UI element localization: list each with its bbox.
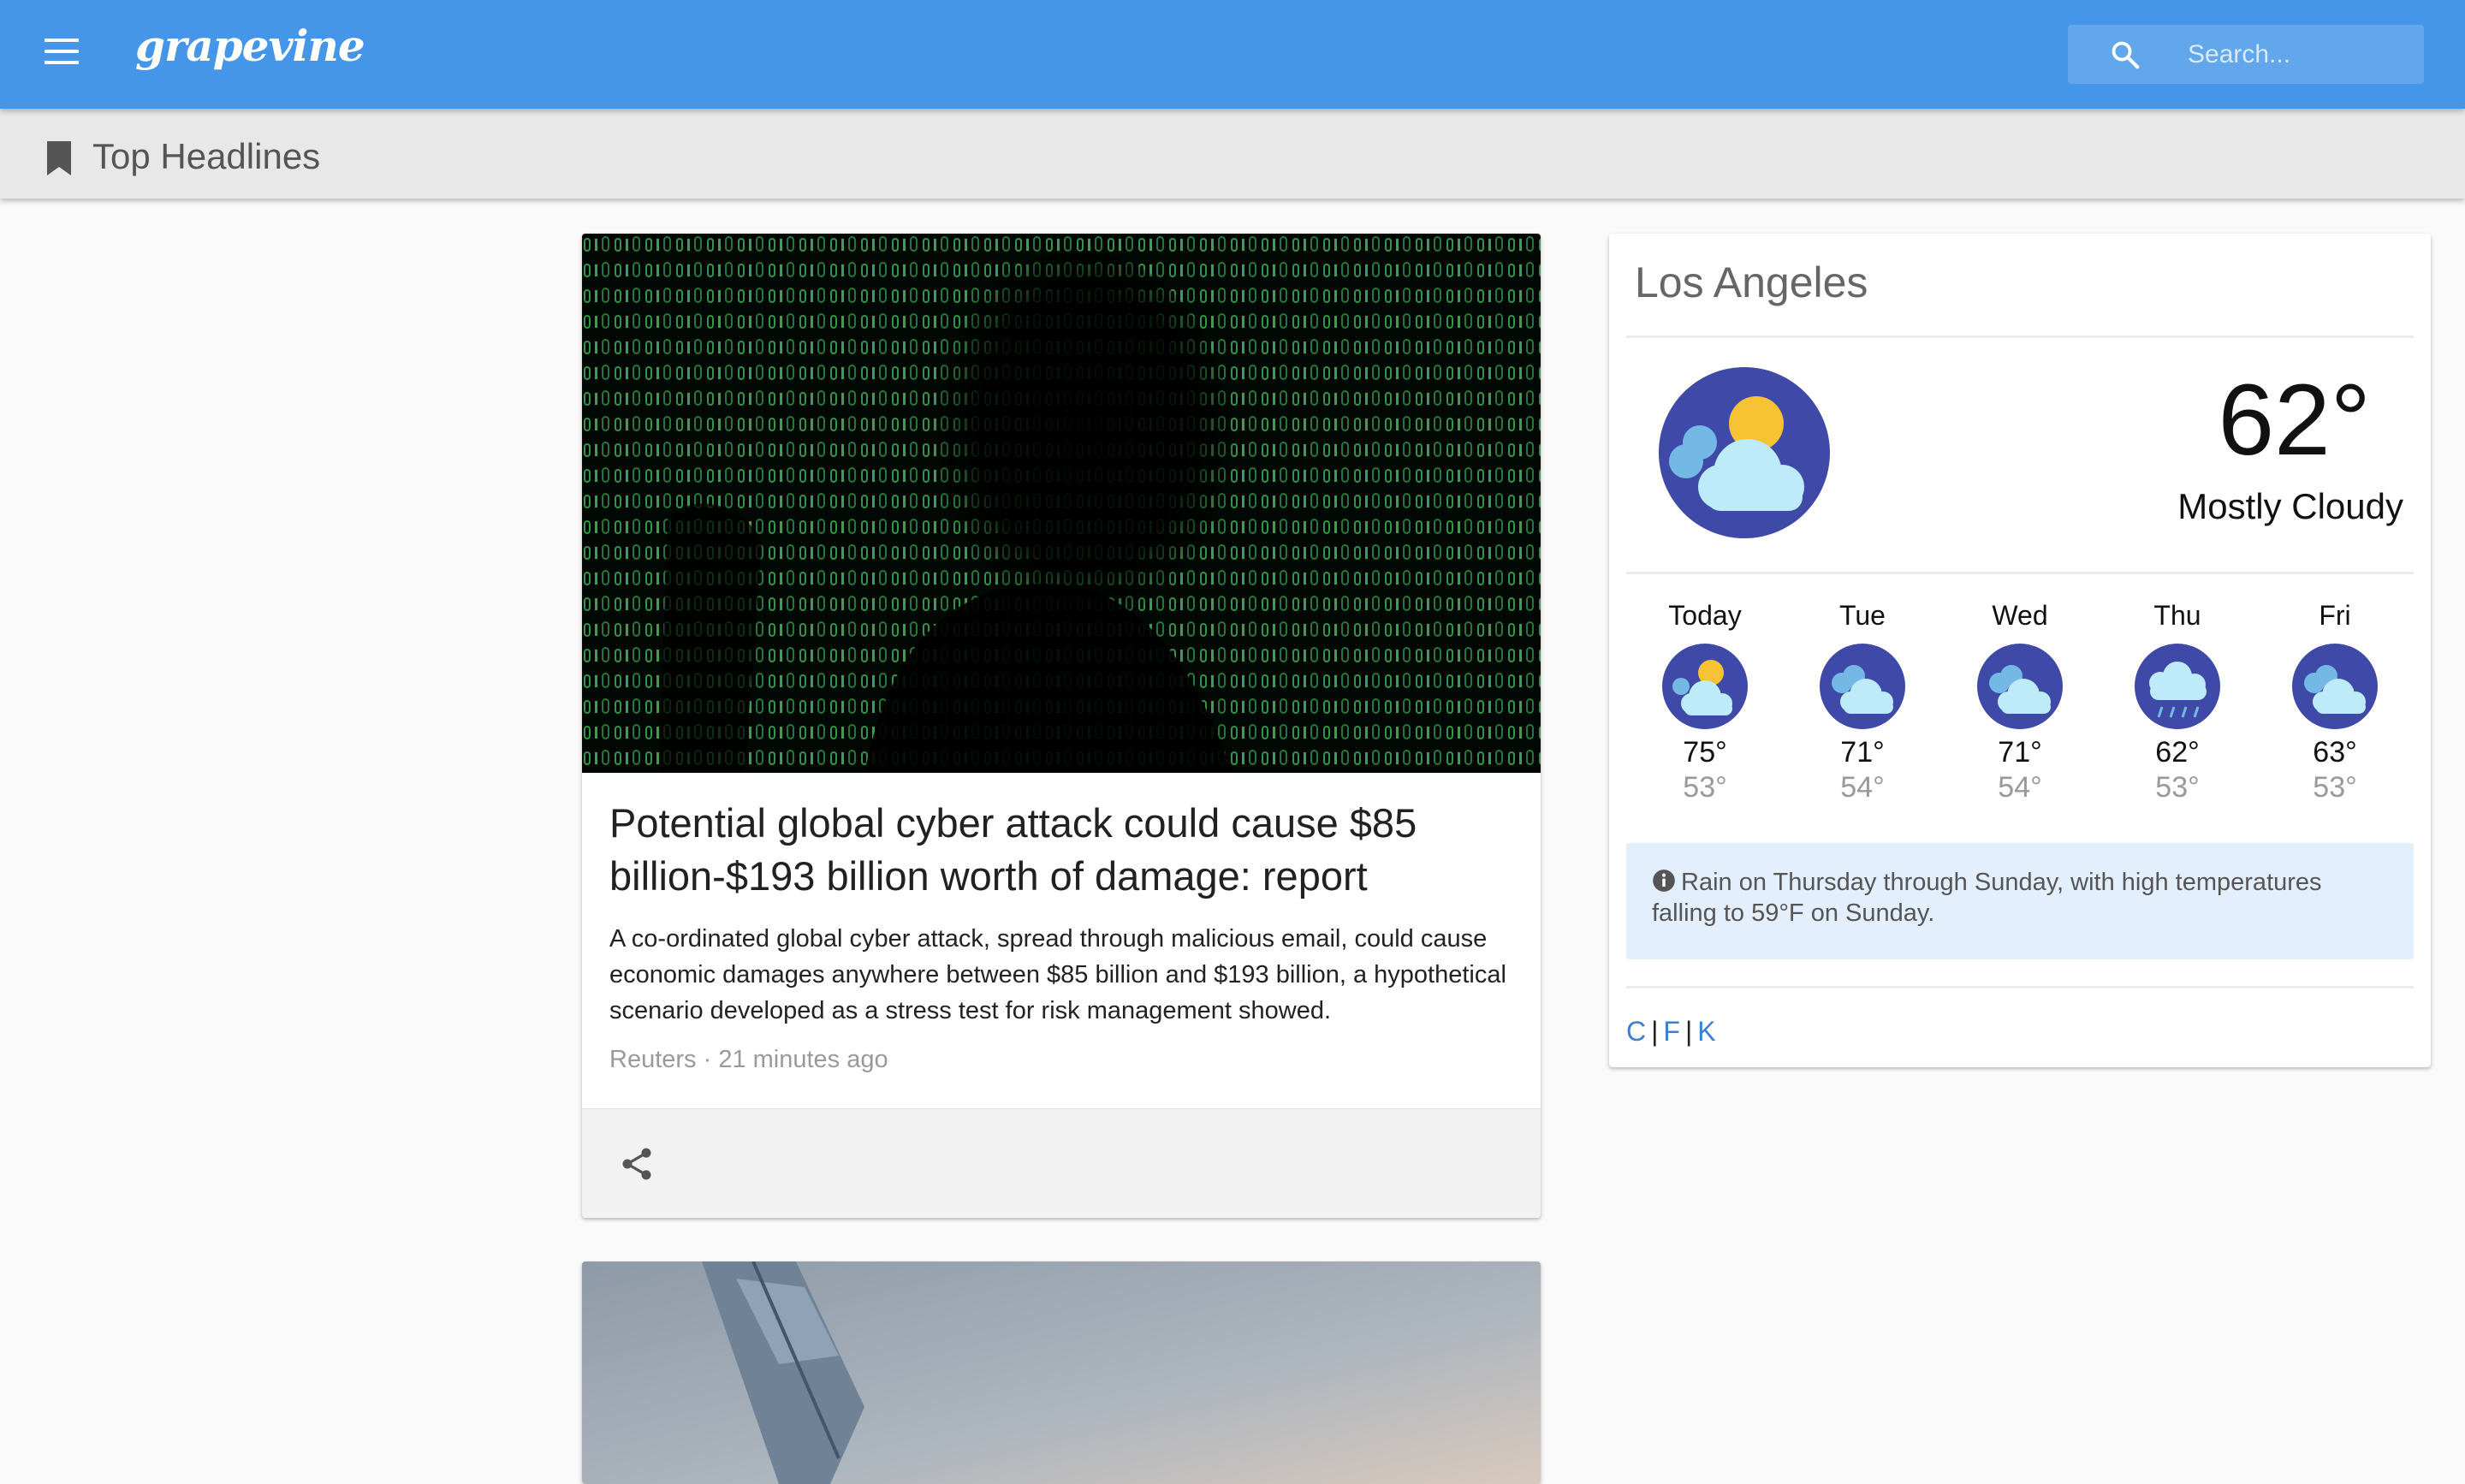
menu-icon[interactable]: [41, 39, 82, 69]
forecast-day: Tue 71° 54°: [1784, 593, 1941, 804]
unit-fahrenheit-link[interactable]: F: [1663, 1016, 1680, 1047]
divider: [1626, 986, 2414, 988]
info-icon: [1653, 870, 1675, 892]
current-condition: Mostly Cloudy: [2177, 486, 2403, 526]
forecast-high: 75°: [1683, 736, 1727, 769]
rain-icon: [2135, 644, 2220, 729]
search-box[interactable]: [2068, 25, 2424, 84]
article-source: Reuters · 21 minutes ago: [609, 1046, 888, 1073]
forecast-day-name: Thu: [2153, 600, 2201, 631]
partly-cloudy-icon: [1662, 644, 1748, 729]
unit-separator: |: [1684, 1016, 1693, 1047]
weather-city: Los Angeles: [1635, 258, 1868, 306]
forecast-low: 53°: [2155, 771, 2200, 804]
forecast-low: 53°: [2313, 771, 2357, 804]
forecast-day: Fri 63° 53°: [2256, 593, 2414, 804]
unit-kelvin-link[interactable]: K: [1697, 1016, 1715, 1047]
article-image[interactable]: [582, 234, 1541, 773]
article-summary: A co-ordinated global cyber attack, spre…: [609, 925, 1506, 1024]
forecast-low: 54°: [1998, 771, 2042, 804]
unit-celsius-link[interactable]: C: [1626, 1016, 1646, 1047]
divider: [1626, 335, 2414, 338]
share-icon[interactable]: [618, 1145, 656, 1183]
unit-selector: C | F | K: [1626, 1016, 1716, 1048]
forecast-day: Today 75° 53°: [1626, 593, 1784, 804]
forecast-day: Thu 62° 53°: [2099, 593, 2256, 804]
cloudy-icon: [1977, 644, 2063, 729]
forecast-high: 71°: [1998, 736, 2042, 769]
current-temperature: 62°: [2218, 364, 2371, 477]
section-bar: Top Headlines: [0, 109, 2465, 199]
unit-separator: |: [1651, 1016, 1659, 1047]
forecast-low: 53°: [1683, 771, 1727, 804]
partly-cloudy-icon: [1659, 367, 1830, 538]
forecast-day-name: Fri: [2319, 600, 2351, 631]
article-headline[interactable]: Potential global cyber attack could caus…: [609, 797, 1517, 903]
search-input[interactable]: [2188, 25, 2410, 84]
article-image[interactable]: [582, 1261, 1541, 1484]
app-bar: grapevine: [0, 0, 2465, 109]
forecast-high: 63°: [2313, 736, 2357, 769]
divider: [1626, 572, 2414, 574]
cloudy-icon: [1820, 644, 1905, 729]
page-title: Top Headlines: [92, 136, 321, 176]
weather-card: Los Angeles 62° Mostly Cloudy Today 75°: [1609, 234, 2431, 1067]
app-logo[interactable]: grapevine: [135, 21, 365, 71]
forecast-day-name: Today: [1668, 600, 1742, 631]
forecast-day-name: Tue: [1839, 600, 1886, 631]
forecast-high: 62°: [2155, 736, 2200, 769]
article-card[interactable]: [582, 1261, 1541, 1484]
weather-alert-text: Rain on Thursday through Sunday, with hi…: [1652, 869, 2322, 927]
card-actions: [582, 1108, 1541, 1218]
cloudy-icon: [2292, 644, 2378, 729]
forecast-high: 71°: [1840, 736, 1885, 769]
search-icon[interactable]: [2109, 39, 2141, 71]
forecast-row: Today 75° 53° Tue 71° 54° Wed 71° 54° Th…: [1626, 593, 2414, 804]
weather-alert: Rain on Thursday through Sunday, with hi…: [1626, 843, 2414, 959]
forecast-low: 54°: [1840, 771, 1885, 804]
bookmark-icon: [47, 141, 71, 175]
forecast-day: Wed 71° 54°: [1941, 593, 2099, 804]
forecast-day-name: Wed: [1992, 600, 2048, 631]
